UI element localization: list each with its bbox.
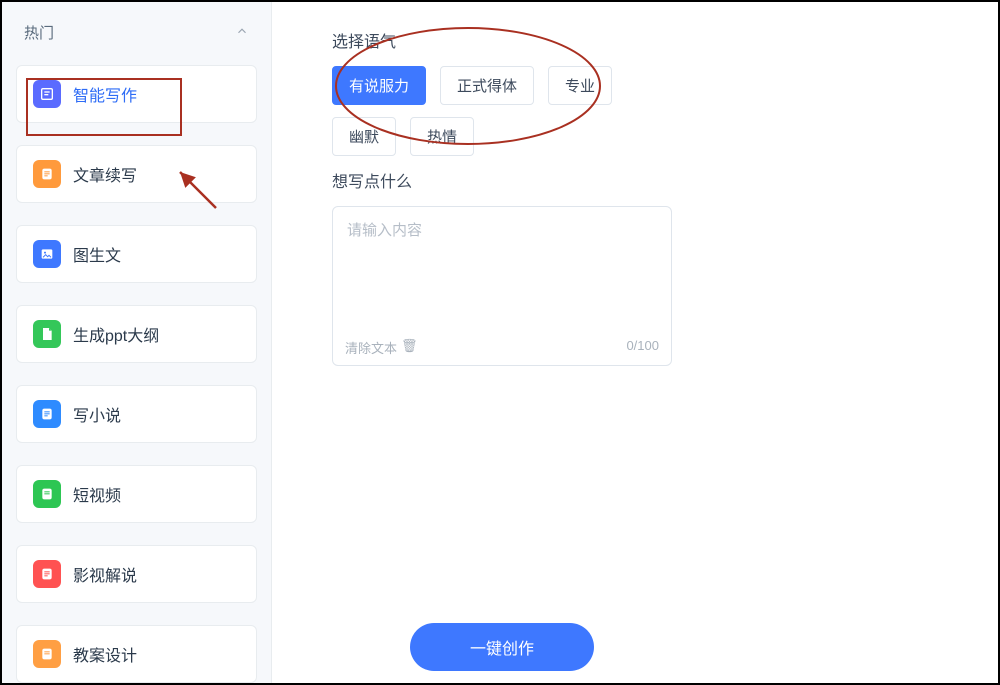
clear-text-button[interactable]: 清除文本 🗑 [345, 338, 418, 357]
sidebar: 热门 智能写作 文章续写 图生文 生成ppt大纲 写小说 [2, 2, 272, 683]
sidebar-item-continue-writing[interactable]: 文章续写 [16, 145, 257, 203]
ppt-icon [33, 320, 61, 348]
sidebar-item-movie-narration[interactable]: 影视解说 [16, 545, 257, 603]
prompt-section-label: 想写点什么 [332, 168, 958, 192]
tone-formal[interactable]: 正式得体 [440, 66, 534, 105]
image-icon [33, 240, 61, 268]
sidebar-section-title: 热门 [24, 22, 54, 43]
sidebar-item-label: 影视解说 [73, 562, 137, 586]
textarea-footer: 清除文本 🗑 0/100 [333, 332, 671, 365]
lesson-icon [33, 640, 61, 668]
movie-icon [33, 560, 61, 588]
content-textarea-wrap: 清除文本 🗑 0/100 [332, 206, 672, 366]
sidebar-item-label: 写小说 [73, 402, 121, 426]
sidebar-item-lesson-plan[interactable]: 教案设计 [16, 625, 257, 683]
sidebar-item-ppt-outline[interactable]: 生成ppt大纲 [16, 305, 257, 363]
tone-professional[interactable]: 专业 [548, 66, 612, 105]
tone-options-row1: 有说服力 正式得体 专业 [332, 66, 958, 105]
sidebar-item-novel-writing[interactable]: 写小说 [16, 385, 257, 443]
content-input[interactable] [333, 207, 671, 332]
clear-text-label: 清除文本 [345, 338, 397, 357]
sidebar-section-header[interactable]: 热门 [10, 10, 263, 55]
trash-icon: 🗑 [401, 338, 418, 357]
document-icon [33, 160, 61, 188]
create-button[interactable]: 一键创作 [410, 623, 594, 671]
chevron-up-icon [235, 24, 249, 41]
video-icon [33, 480, 61, 508]
submit-bar: 一键创作 [332, 623, 672, 671]
sidebar-item-short-video[interactable]: 短视频 [16, 465, 257, 523]
sidebar-item-label: 教案设计 [73, 642, 137, 666]
sidebar-item-label: 图生文 [73, 242, 121, 266]
sidebar-item-label: 短视频 [73, 482, 121, 506]
tone-persuasive[interactable]: 有说服力 [332, 66, 426, 105]
tone-humorous[interactable]: 幽默 [332, 117, 396, 156]
sidebar-item-label: 生成ppt大纲 [73, 322, 159, 346]
tone-options-row2: 幽默 热情 [332, 117, 958, 156]
char-counter: 0/100 [626, 338, 659, 357]
sidebar-item-label: 智能写作 [73, 82, 137, 106]
sidebar-item-label: 文章续写 [73, 162, 137, 186]
smart-writing-icon [33, 80, 61, 108]
sidebar-item-image-to-text[interactable]: 图生文 [16, 225, 257, 283]
novel-icon [33, 400, 61, 428]
main-panel: 选择语气 有说服力 正式得体 专业 幽默 热情 想写点什么 清除文本 🗑 0/1… [272, 2, 998, 683]
tone-section-label: 选择语气 [332, 28, 958, 52]
sidebar-item-smart-writing[interactable]: 智能写作 [16, 65, 257, 123]
tone-enthusiastic[interactable]: 热情 [410, 117, 474, 156]
